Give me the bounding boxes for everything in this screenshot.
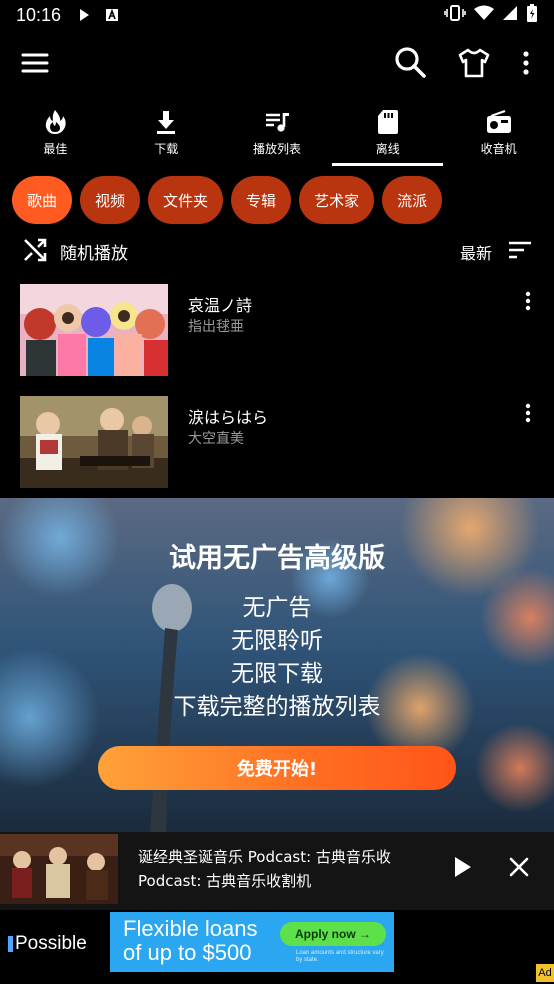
playlist-icon bbox=[263, 108, 291, 136]
promo-line: 无广告 bbox=[242, 595, 312, 621]
shuffle-icon[interactable] bbox=[22, 237, 48, 263]
flame-icon bbox=[41, 108, 69, 136]
tab-radio[interactable]: 收音机 bbox=[443, 104, 554, 166]
ad-badge[interactable]: Ad bbox=[536, 964, 554, 982]
song-more-icon[interactable] bbox=[520, 290, 536, 312]
chip-artists[interactable]: 艺术家 bbox=[299, 176, 375, 224]
premium-promo: 试用无广告高级版 无广告 无限聆听 无限下载 下载完整的播放列表 免费开始! bbox=[0, 498, 554, 832]
song-artist: 指出毬亜 bbox=[188, 319, 244, 335]
wifi-icon bbox=[474, 5, 494, 26]
tab-label: 下载 bbox=[154, 142, 179, 156]
promo-line: 无限下载 bbox=[231, 661, 323, 687]
app-notification-icon bbox=[103, 6, 121, 24]
ad-headline: Flexible loans bbox=[123, 916, 258, 941]
ad-brand-name: Possible bbox=[15, 933, 87, 954]
vibrate-icon bbox=[444, 4, 466, 27]
song-artist: 大空直美 bbox=[188, 431, 244, 447]
ad-banner[interactable]: Possible Flexible loans of up to $500 Ap… bbox=[0, 910, 554, 984]
ad-apply-button[interactable]: Apply now → bbox=[280, 922, 386, 946]
tab-label: 播放列表 bbox=[252, 142, 301, 156]
play-icon[interactable] bbox=[450, 854, 474, 880]
status-time: 10:16 bbox=[16, 4, 62, 25]
download-icon bbox=[152, 108, 180, 136]
play-notification-icon bbox=[75, 6, 93, 24]
ad-fine-print: Loan amounts and structure vary by state… bbox=[296, 950, 384, 963]
sort-icon[interactable] bbox=[506, 238, 534, 262]
tab-label: 离线 bbox=[375, 142, 400, 156]
now-playing-subtitle: Podcast: 古典音乐收割机 bbox=[138, 872, 312, 890]
app-bar bbox=[0, 30, 554, 96]
sd-card-icon bbox=[374, 108, 402, 136]
song-thumbnail bbox=[20, 284, 168, 376]
category-tabs: 最佳 下载 播放列表 离线 收音机 bbox=[0, 104, 554, 166]
song-more-icon[interactable] bbox=[520, 402, 536, 424]
chip-videos[interactable]: 视频 bbox=[80, 176, 141, 224]
now-playing-title: 诞经典圣诞音乐 Podcast: 古典音乐收 bbox=[138, 848, 391, 866]
theme-shirt-icon[interactable] bbox=[456, 46, 492, 80]
ad-creative[interactable]: Flexible loans of up to $500 Apply now →… bbox=[110, 912, 394, 972]
search-icon[interactable] bbox=[392, 44, 428, 80]
mini-player[interactable]: 诞经典圣诞音乐 Podcast: 古典音乐收 Podcast: 古典音乐收割机 bbox=[0, 832, 554, 910]
brand-mark-icon bbox=[8, 936, 13, 952]
filter-chips: 歌曲 视频 文件夹 专辑 艺术家 流派 bbox=[12, 176, 443, 224]
promo-line: 无限聆听 bbox=[231, 628, 323, 654]
tab-label: 收音机 bbox=[480, 142, 517, 156]
tab-download[interactable]: 下载 bbox=[111, 104, 222, 166]
song-list-item[interactable]: 哀温ノ詩 指出毬亜 bbox=[0, 284, 554, 380]
status-bar: 10:16 bbox=[0, 0, 554, 30]
close-icon[interactable] bbox=[508, 856, 530, 878]
song-title: 哀温ノ詩 bbox=[188, 296, 253, 315]
song-title: 涙はらはら bbox=[188, 408, 269, 427]
song-thumbnail bbox=[20, 396, 168, 488]
chip-songs[interactable]: 歌曲 bbox=[12, 176, 73, 224]
menu-icon[interactable] bbox=[18, 46, 52, 80]
sort-label[interactable]: 最新 bbox=[460, 240, 492, 264]
tab-label: 最佳 bbox=[43, 142, 68, 156]
tab-best[interactable]: 最佳 bbox=[0, 104, 111, 166]
shuffle-sort-row: 随机播放 最新 bbox=[0, 232, 554, 268]
ad-headline: of up to $500 bbox=[123, 940, 252, 965]
song-list-item[interactable]: 涙はらはら 大空直美 bbox=[0, 396, 554, 492]
chip-genres[interactable]: 流派 bbox=[382, 176, 443, 224]
now-playing-cover bbox=[0, 834, 118, 904]
promo-line: 下载完整的播放列表 bbox=[173, 694, 381, 720]
chip-folders[interactable]: 文件夹 bbox=[148, 176, 224, 224]
radio-icon bbox=[485, 108, 513, 136]
start-free-button[interactable]: 免费开始! bbox=[98, 746, 456, 790]
promo-title: 试用无广告高级版 bbox=[169, 543, 385, 574]
shuffle-label[interactable]: 随机播放 bbox=[60, 239, 128, 264]
more-options-icon[interactable] bbox=[516, 48, 536, 78]
tab-playlist[interactable]: 播放列表 bbox=[222, 104, 333, 166]
ad-brand: Possible bbox=[8, 924, 108, 964]
tab-offline[interactable]: 离线 bbox=[332, 104, 443, 166]
signal-icon bbox=[502, 5, 518, 26]
chip-albums[interactable]: 专辑 bbox=[231, 176, 292, 224]
battery-icon bbox=[526, 3, 538, 28]
